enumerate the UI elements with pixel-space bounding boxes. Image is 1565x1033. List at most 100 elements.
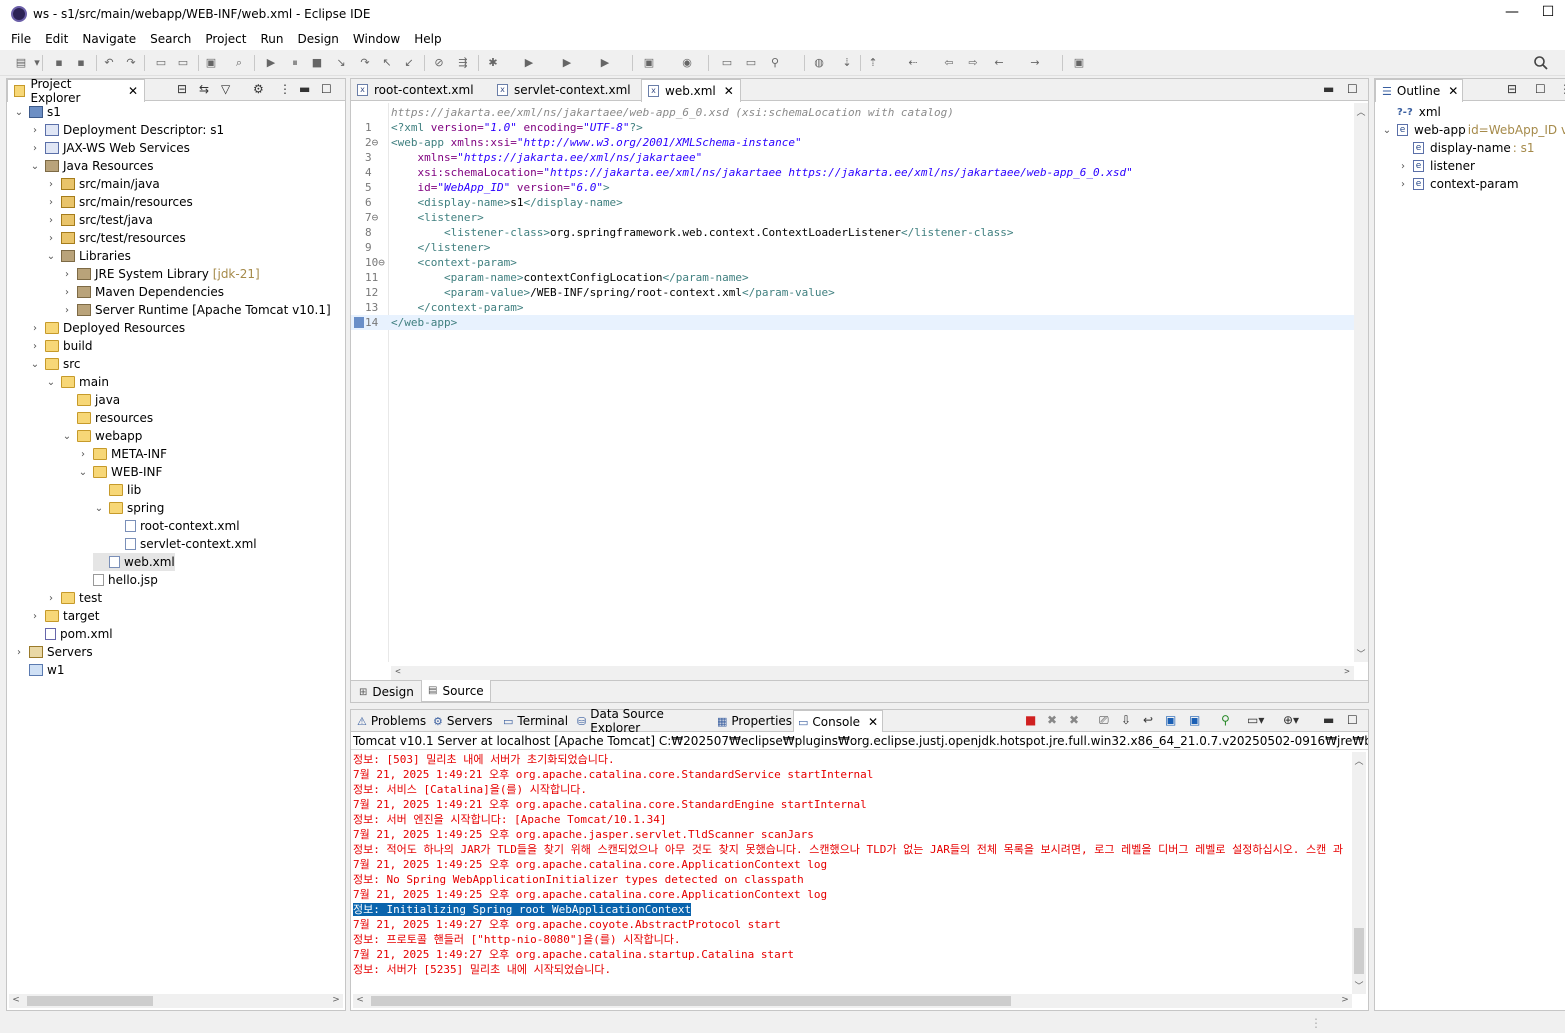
expanded-chevron-icon[interactable]: ⌄ — [77, 467, 89, 478]
remove-launch-icon[interactable]: ✖ — [1047, 713, 1057, 727]
collapsed-chevron-icon[interactable]: › — [29, 323, 41, 334]
tree-item-libraries[interactable]: ⌄ Libraries — [45, 247, 131, 265]
drop-frame-icon[interactable]: ↙ — [402, 56, 416, 70]
menu-run[interactable]: Run — [253, 32, 290, 46]
step-into-icon[interactable]: ↘ — [334, 56, 348, 70]
tree-item-jre-system-library[interactable]: › JRE System Library [jdk-21] — [61, 265, 260, 283]
back-icon[interactable]: ⇦ — [942, 56, 956, 70]
stop-icon[interactable]: ■ — [310, 56, 324, 70]
save-icon[interactable]: ▪ — [52, 56, 66, 70]
minimize-view-icon[interactable]: ▬ — [299, 82, 310, 96]
suspend-icon[interactable]: ⏸ — [288, 56, 302, 70]
link-with-editor-icon[interactable]: ⇆ — [199, 82, 209, 96]
back-arrow-icon[interactable]: ← — [992, 56, 1006, 70]
close-icon[interactable]: ✕ — [1448, 84, 1458, 98]
step-over-icon[interactable]: ↷ — [358, 56, 372, 70]
save-all-icon[interactable]: ▪ — [74, 56, 88, 70]
open-console-icon[interactable]: ⊕▾ — [1283, 713, 1299, 727]
forward-icon[interactable]: ⇨ — [966, 56, 980, 70]
new-server-icon[interactable]: ▣ — [642, 56, 656, 70]
tree-item-main[interactable]: ⌄ main — [45, 373, 109, 391]
expanded-chevron-icon[interactable]: ⌄ — [1381, 125, 1393, 136]
remove-all-terminated-icon[interactable]: ✖ — [1069, 713, 1079, 727]
globe-icon[interactable]: ◍ — [812, 56, 826, 70]
more-icon[interactable]: ⋮ — [1559, 82, 1565, 96]
expanded-chevron-icon[interactable]: ⌄ — [45, 377, 57, 388]
expanded-chevron-icon[interactable]: ⌄ — [93, 503, 105, 514]
open-type-icon[interactable]: ▭ — [720, 56, 734, 70]
tab-root-context-xml[interactable]: x root-context.xml — [351, 79, 489, 101]
tree-item-src[interactable]: ⌄ src — [29, 355, 81, 373]
use-step-filters-icon[interactable]: ⇶ — [456, 56, 470, 70]
debug-icon[interactable]: ✱ — [486, 56, 500, 70]
editor-vscrollbar[interactable]: ︿ ﹀ — [1354, 103, 1368, 662]
collapsed-chevron-icon[interactable]: › — [45, 215, 57, 226]
search-icon-2[interactable]: ⚲ — [768, 56, 782, 70]
tree-item-web-inf[interactable]: ⌄ WEB-INF — [77, 463, 163, 481]
outline-item-xml[interactable]: ?-? xml — [1381, 103, 1441, 121]
collapsed-chevron-icon[interactable]: › — [1397, 161, 1409, 172]
maximize-view-icon[interactable]: ☐ — [321, 82, 332, 96]
menu-navigate[interactable]: Navigate — [75, 32, 143, 46]
minimize-button[interactable]: — — [1502, 4, 1522, 20]
collapsed-chevron-icon[interactable]: › — [13, 647, 25, 658]
tree-item-java[interactable]: java — [61, 391, 120, 409]
tree-item-servers[interactable]: › Servers — [13, 643, 93, 661]
step-return-icon[interactable]: ↖ — [380, 56, 394, 70]
display-console-icon[interactable]: ▭▾ — [1247, 713, 1264, 727]
tree-item-hello-jsp[interactable]: hello.jsp — [77, 571, 158, 589]
tree-item-test[interactable]: › test — [45, 589, 102, 607]
terminal-icon[interactable]: ▭ — [154, 56, 168, 70]
new-class-icon[interactable]: ◉ — [680, 56, 694, 70]
tree-item-src-test-resources[interactable]: › src/test/resources — [45, 229, 186, 247]
tree-item-meta-inf[interactable]: › META-INF — [77, 445, 167, 463]
tree-item-src-main-java[interactable]: › src/main/java — [45, 175, 160, 193]
tree-item-pom-xml[interactable]: pom.xml — [29, 625, 113, 643]
tree-item-resources[interactable]: resources — [61, 409, 153, 427]
collapsed-chevron-icon[interactable]: › — [29, 125, 41, 136]
menu-project[interactable]: Project — [198, 32, 253, 46]
menu-file[interactable]: File — [4, 32, 38, 46]
menu-search[interactable]: Search — [143, 32, 198, 46]
coverage-icon[interactable]: ▶ — [560, 56, 574, 70]
tree-item-src-test-java[interactable]: › src/test/java — [45, 211, 153, 229]
tree-item-root-context-xml[interactable]: root-context.xml — [109, 517, 240, 535]
collapsed-chevron-icon[interactable]: › — [45, 593, 57, 604]
close-icon[interactable]: ✕ — [128, 84, 138, 98]
filter-icon[interactable]: ▽ — [221, 82, 230, 96]
tree-item-jax-ws-web-services[interactable]: › JAX-WS Web Services — [29, 139, 190, 157]
explorer-hscrollbar[interactable]: < > — [9, 994, 343, 1008]
menu-help[interactable]: Help — [407, 32, 448, 46]
tab-project-explorer[interactable]: Project Explorer ✕ — [7, 77, 145, 105]
scroll-lock-icon[interactable]: ⇩ — [1121, 713, 1131, 727]
maximize-view-icon[interactable]: ☐ — [1347, 82, 1358, 96]
view-menu-icon[interactable]: ☐ — [1535, 82, 1546, 96]
open-task-icon[interactable]: ▭ — [744, 56, 758, 70]
tab-servlet-context-xml[interactable]: x servlet-context.xml — [491, 79, 639, 101]
tree-item-webapp[interactable]: ⌄ webapp — [61, 427, 143, 445]
perspective-icon[interactable]: ▣ — [1072, 56, 1086, 70]
collapsed-chevron-icon[interactable]: › — [29, 611, 41, 622]
terminate-icon[interactable]: ■ — [1025, 713, 1036, 727]
close-icon[interactable]: ✕ — [868, 715, 878, 729]
prev-annotation-icon[interactable]: ⇡ — [866, 56, 880, 70]
tree-item-deployed-resources[interactable]: › Deployed Resources — [29, 319, 185, 337]
collapsed-chevron-icon[interactable]: › — [61, 269, 73, 280]
tab-data-source-explorer[interactable]: ⛁ Data Source Explorer — [573, 707, 711, 735]
collapsed-chevron-icon[interactable]: › — [45, 233, 57, 244]
collapsed-chevron-icon[interactable]: › — [45, 179, 57, 190]
resume-icon[interactable]: ▶ — [264, 56, 278, 70]
tab-properties[interactable]: ▦ Properties — [713, 710, 792, 732]
tree-item-java-resources[interactable]: ⌄ Java Resources — [29, 157, 154, 175]
outline-item-display-name[interactable]: e display-name : s1 — [1397, 139, 1535, 157]
tab-console[interactable]: ▭ Console ✕ — [793, 710, 883, 733]
redo-icon[interactable]: ↷ — [124, 56, 138, 70]
run-icon[interactable]: ▶ — [522, 56, 536, 70]
more-icon[interactable]: ⋮ — [279, 82, 291, 96]
tree-item-web-xml[interactable]: web.xml — [93, 553, 175, 571]
search-icon[interactable] — [1533, 55, 1549, 71]
tree-item-lib[interactable]: lib — [93, 481, 141, 499]
undo-icon[interactable]: ↶ — [102, 56, 116, 70]
minimize-view-icon[interactable]: ▬ — [1323, 713, 1334, 727]
console-output[interactable]: 정보: [503] 밀리초 내에 서버가 초기화되었습니다. 7월 21, 202… — [353, 752, 1352, 994]
